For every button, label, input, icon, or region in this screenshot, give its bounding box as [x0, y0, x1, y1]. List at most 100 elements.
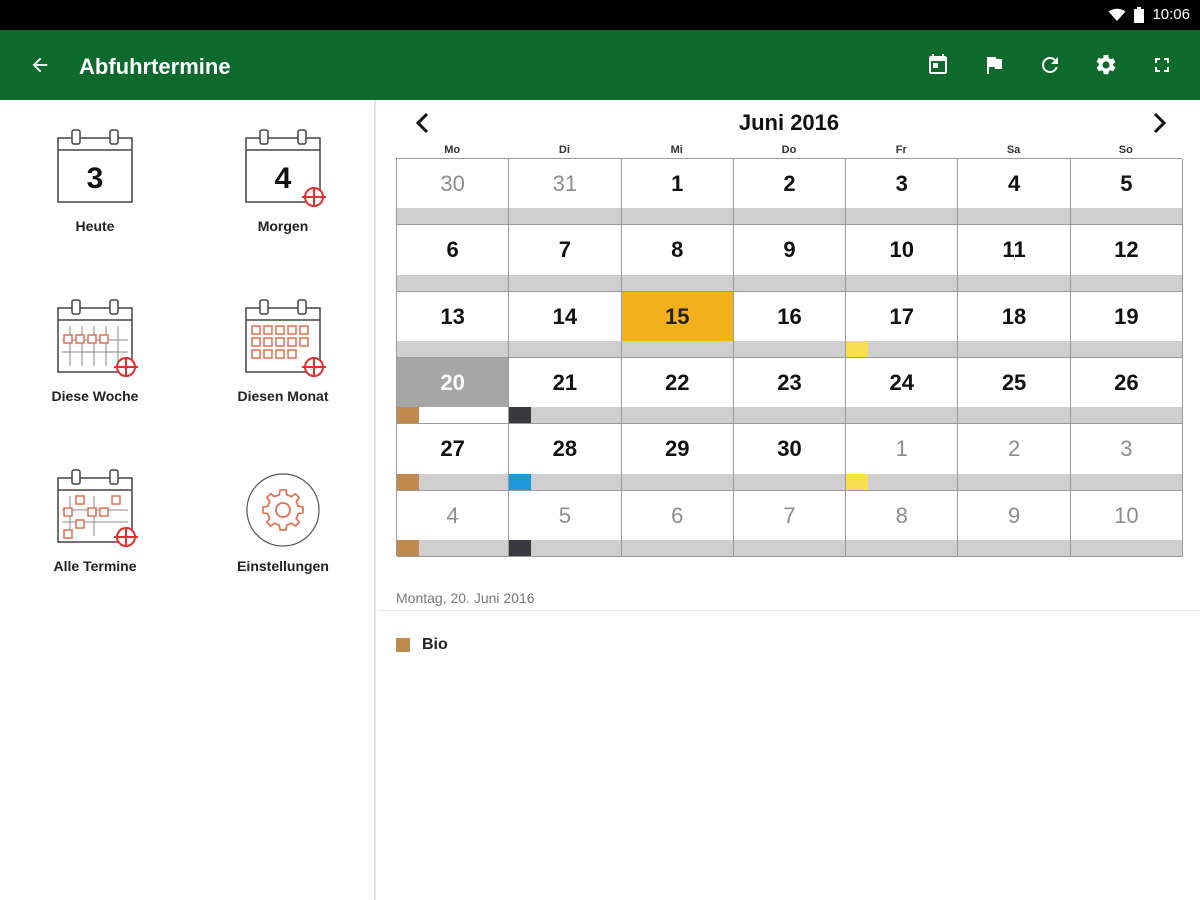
day-cell[interactable]: 4	[958, 159, 1071, 226]
app-screen: 10:06 Abfuhrtermine 3 Heute 4 Morgen Die…	[0, 0, 1200, 900]
day-cell[interactable]: 8	[621, 225, 734, 292]
tomorrow-day-number: 4	[275, 162, 292, 195]
day-cell[interactable]: 22	[621, 358, 734, 425]
fullscreen-button[interactable]	[1142, 47, 1182, 83]
tile-tomorrow[interactable]: 4 Morgen	[198, 100, 368, 250]
day-number: 10	[1114, 502, 1139, 528]
day-cell[interactable]: 5	[1070, 159, 1183, 226]
pickup-bar	[733, 274, 846, 291]
day-cell[interactable]: 14	[509, 291, 622, 358]
pickup-bar	[509, 340, 621, 357]
pickup-bar	[958, 407, 1070, 424]
pickup-bar	[846, 539, 958, 556]
back-button[interactable]	[20, 47, 60, 83]
pickup-bar	[397, 274, 509, 291]
day-number: 6	[446, 237, 459, 263]
day-cell[interactable]: 3	[846, 159, 959, 226]
next-month-button[interactable]	[1144, 108, 1174, 138]
day-cell[interactable]: 20	[397, 358, 510, 425]
refresh-button[interactable]	[1030, 47, 1070, 83]
day-cell[interactable]: 5	[509, 490, 622, 557]
day-cell[interactable]: 10	[1070, 490, 1183, 557]
day-number: 18	[1001, 303, 1027, 329]
day-cell[interactable]: 10	[846, 225, 959, 292]
day-cell[interactable]: 8	[846, 490, 959, 557]
pickup-bar	[621, 208, 733, 225]
day-cell[interactable]: 6	[397, 225, 510, 292]
waste-color-swatch	[396, 638, 410, 652]
day-cell[interactable]: 2	[958, 424, 1071, 491]
calendar-day-icon: 4	[245, 129, 326, 207]
day-cell[interactable]: 4	[397, 490, 510, 557]
day-cell[interactable]: 21	[509, 358, 622, 425]
tile-this-month[interactable]: Diesen Monat	[198, 270, 368, 420]
day-cell[interactable]: 19	[1070, 291, 1183, 358]
day-cell[interactable]: 9	[733, 225, 847, 292]
tile-all-dates-label: Alle Termine	[53, 558, 137, 574]
day-number: 26	[1114, 370, 1139, 395]
day-cell[interactable]: 30	[397, 159, 510, 226]
day-cell[interactable]: 28	[509, 424, 622, 491]
pickup-bar	[958, 274, 1070, 291]
day-cell[interactable]: 15	[621, 291, 734, 358]
tile-this-week[interactable]: Diese Woche	[10, 270, 180, 420]
day-cell[interactable]: 7	[733, 490, 847, 557]
day-cell[interactable]: 23	[733, 358, 847, 425]
day-number: 28	[552, 436, 578, 462]
day-cell[interactable]: 30	[733, 424, 847, 491]
day-cell[interactable]: 9	[958, 490, 1071, 557]
day-cell[interactable]: 13	[397, 291, 510, 358]
pickup-marker-rest	[509, 407, 532, 424]
weekday-label: Di	[558, 144, 570, 156]
arrow-back-icon	[32, 57, 48, 73]
tile-today[interactable]: 3 Heute	[10, 100, 180, 250]
pickup-bar	[958, 539, 1070, 556]
tile-all-dates[interactable]: Alle Termine	[10, 440, 180, 590]
app-title: Abfuhrtermine	[79, 54, 231, 79]
day-cell[interactable]: 17	[846, 291, 959, 358]
flag-button[interactable]	[974, 47, 1014, 83]
pickup-bar	[733, 407, 846, 424]
day-cell[interactable]: 29	[621, 424, 734, 491]
fullscreen-icon	[1155, 58, 1169, 72]
day-cell[interactable]: 7	[509, 225, 622, 292]
pickup-item[interactable]: Bio	[396, 636, 448, 654]
pickup-marker-yellow	[846, 340, 869, 357]
day-cell[interactable]: 3	[1070, 424, 1183, 491]
battery-icon	[1134, 6, 1145, 23]
pickup-bar	[733, 340, 846, 357]
day-number: 17	[889, 303, 915, 329]
pickup-marker-yellow	[846, 473, 869, 490]
day-number: 29	[664, 436, 690, 462]
tile-settings[interactable]: Einstellungen	[198, 440, 368, 590]
day-number: 9	[1007, 502, 1021, 528]
day-cell[interactable]: 27	[397, 424, 510, 491]
day-cell[interactable]: 24	[846, 358, 959, 425]
day-cell[interactable]: 2	[733, 159, 847, 226]
day-cell[interactable]: 25	[958, 358, 1071, 425]
pickup-bar	[1070, 208, 1182, 225]
day-number: 2	[1007, 436, 1021, 462]
day-cell[interactable]: 1	[846, 424, 959, 491]
day-cell[interactable]: 6	[621, 490, 734, 557]
day-cell[interactable]: 1	[621, 159, 734, 226]
day-cell[interactable]: 31	[509, 159, 622, 226]
day-cell[interactable]: 12	[1070, 225, 1183, 292]
pickup-marker-bio	[397, 539, 419, 556]
pickup-bar	[509, 208, 621, 225]
day-number: 7	[783, 502, 796, 528]
day-cell[interactable]: 18	[958, 291, 1071, 358]
weekday-label: Mi	[670, 144, 683, 156]
pickup-bar	[846, 274, 958, 291]
settings-button[interactable]	[1086, 47, 1126, 83]
day-cell[interactable]: 16	[733, 291, 847, 358]
month-title: Juni 2016	[738, 110, 840, 135]
tile-this-week-label: Diese Woche	[51, 388, 139, 404]
pickup-bar	[621, 340, 733, 357]
day-cell[interactable]: 26	[1070, 358, 1183, 425]
weekday-label: So	[1118, 144, 1133, 156]
calendar-today-button[interactable]	[918, 47, 958, 83]
pickup-bar	[1070, 407, 1182, 424]
day-cell[interactable]: 11	[958, 225, 1071, 292]
day-number: 3	[895, 171, 908, 196]
